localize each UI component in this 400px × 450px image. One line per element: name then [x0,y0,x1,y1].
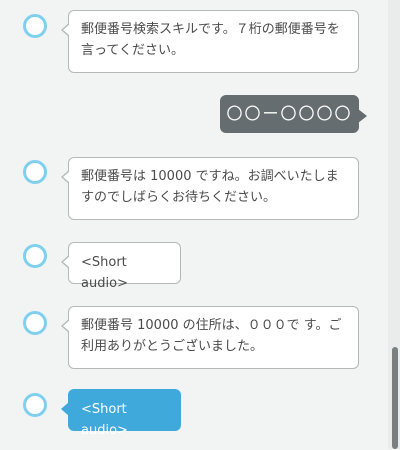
message-text: 郵便番号は 10000 ですね。お調べいたしますのでしばらくお待ちください。 [81,169,339,205]
scrollbar-thumb[interactable] [392,347,398,449]
alexa-message: 郵便番号 10000 の住所は、０００で す。ご利用ありがとうございました。 [61,306,359,369]
scrollbar-track[interactable] [388,0,400,449]
alexa-ring-icon [23,244,47,268]
alexa-message: 郵便番号は 10000 ですね。お調べいたしますのでしばらくお待ちください。 [61,157,359,220]
short-audio-message: <Short audio> [61,242,181,291]
alexa-ring-icon [23,160,47,184]
alexa-ring-icon [23,393,47,417]
alexa-ring-icon [23,14,47,38]
message-text: 郵便番号検索スキルです。７桁の郵便番号を言ってください。 [81,22,340,58]
message-text: <Short audio> [81,255,128,291]
message-text: <Short audio> [81,402,128,438]
alexa-ring-icon [23,311,47,335]
alexa-message: 郵便番号検索スキルです。７桁の郵便番号を言ってください。 [61,10,359,73]
message-text: 〇〇ー〇〇〇〇 [226,104,353,123]
user-message: 〇〇ー〇〇〇〇 [220,95,367,133]
short-audio-message-active[interactable]: <Short audio> [61,389,181,438]
chat-transcript: 郵便番号検索スキルです。７桁の郵便番号を言ってください。 〇〇ー〇〇〇〇 郵便番… [0,0,388,449]
message-text: 郵便番号 10000 の住所は、０００で す。ご利用ありがとうございました。 [81,318,342,354]
